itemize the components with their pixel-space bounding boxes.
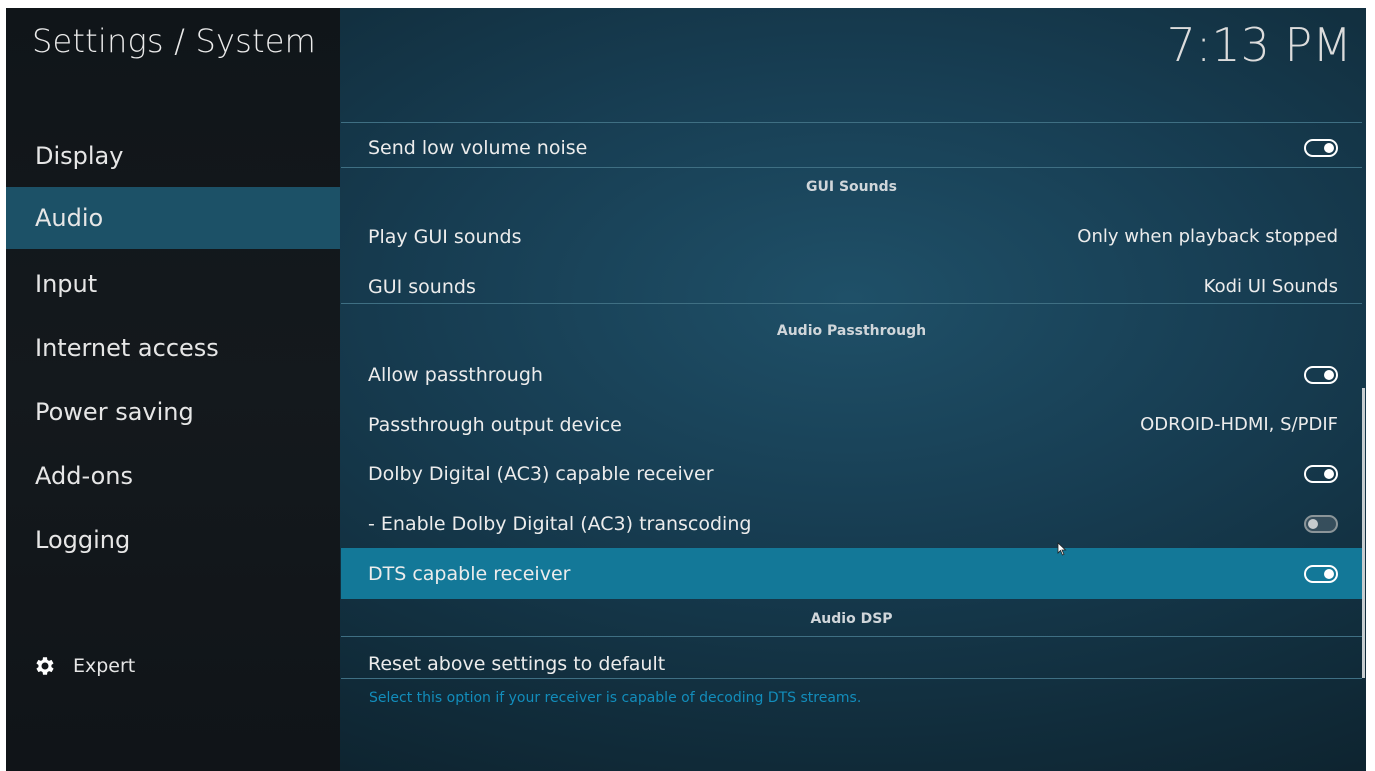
setting-reset-defaults[interactable]: Reset above settings to default — [341, 639, 1362, 688]
divider — [341, 303, 1362, 304]
mouse-pointer-icon — [1057, 542, 1067, 556]
toggle-on-icon[interactable] — [1304, 138, 1338, 157]
section-header-audio-dsp: Audio DSP — [810, 611, 893, 627]
setting-description: Select this option if your receiver is c… — [369, 690, 862, 706]
toggle-off-icon[interactable] — [1304, 514, 1338, 533]
setting-dolby-digital-receiver[interactable]: Dolby Digital (AC3) capable receiver — [341, 449, 1362, 498]
sidebar-item-audio[interactable]: Audio — [6, 187, 340, 249]
setting-value: Kodi UI Sounds — [1203, 276, 1338, 297]
setting-dts-receiver[interactable]: DTS capable receiver — [341, 548, 1362, 599]
sidebar-item-power-saving[interactable]: Power saving — [6, 381, 340, 443]
setting-send-low-volume-noise[interactable]: Send low volume noise — [341, 123, 1362, 172]
setting-passthrough-output-device[interactable]: Passthrough output device ODROID-HDMI, S… — [341, 400, 1362, 449]
setting-label: Dolby Digital (AC3) capable receiver — [368, 462, 714, 485]
toggle-on-icon[interactable] — [1304, 564, 1338, 583]
sidebar-item-display[interactable]: Display — [6, 125, 340, 187]
expert-button[interactable]: Expert — [32, 648, 135, 684]
sidebar: Settings / System Display Audio Input In… — [6, 8, 340, 771]
divider — [341, 678, 1362, 679]
sidebar-item-internet-access[interactable]: Internet access — [6, 317, 340, 379]
divider — [341, 167, 1362, 168]
divider — [341, 636, 1362, 637]
setting-label: Passthrough output device — [368, 413, 622, 436]
page-title: Settings / System — [32, 22, 316, 60]
setting-label: DTS capable receiver — [368, 562, 571, 585]
expert-label: Expert — [73, 655, 136, 677]
setting-label: Play GUI sounds — [368, 225, 522, 248]
kodi-window: Settings / System Display Audio Input In… — [6, 8, 1366, 771]
setting-allow-passthrough[interactable]: Allow passthrough — [341, 350, 1362, 399]
section-header-audio-passthrough: Audio Passthrough — [776, 323, 927, 339]
setting-label: Reset above settings to default — [368, 652, 666, 675]
clock: 7:13 PM — [1166, 18, 1352, 72]
setting-dolby-transcoding[interactable]: - Enable Dolby Digital (AC3) transcoding — [341, 499, 1362, 548]
toggle-on-icon[interactable] — [1304, 365, 1338, 384]
setting-label: - Enable Dolby Digital (AC3) transcoding — [368, 512, 752, 535]
setting-label: GUI sounds — [368, 275, 476, 298]
sidebar-item-input[interactable]: Input — [6, 253, 340, 315]
toggle-on-icon[interactable] — [1304, 464, 1338, 483]
setting-value: ODROID-HDMI, S/PDIF — [1140, 414, 1338, 435]
sidebar-item-add-ons[interactable]: Add-ons — [6, 445, 340, 507]
setting-label: Send low volume noise — [368, 136, 588, 159]
setting-label: Allow passthrough — [368, 363, 543, 386]
section-header-gui-sounds: GUI Sounds — [806, 179, 897, 195]
setting-play-gui-sounds[interactable]: Play GUI sounds Only when playback stopp… — [341, 212, 1362, 261]
gear-icon — [36, 657, 54, 675]
sidebar-item-logging[interactable]: Logging — [6, 509, 340, 571]
scrollbar[interactable] — [1362, 388, 1365, 678]
setting-value: Only when playback stopped — [1077, 226, 1338, 247]
